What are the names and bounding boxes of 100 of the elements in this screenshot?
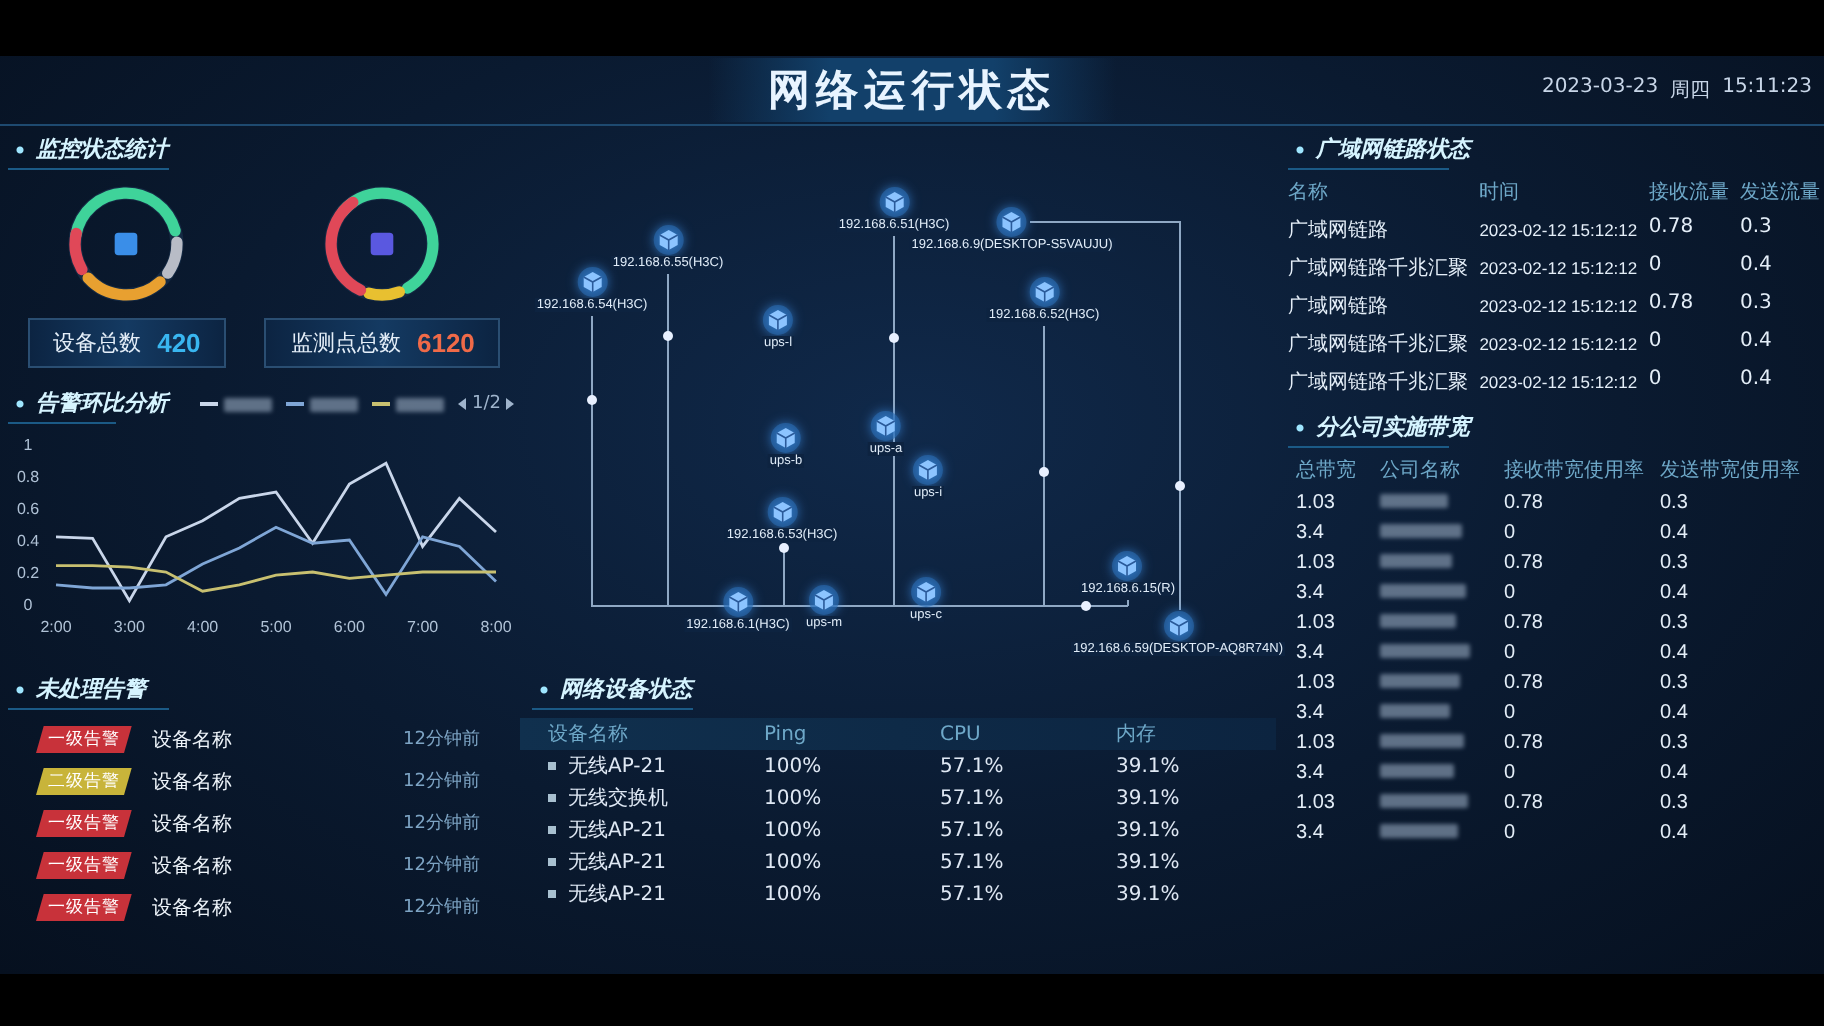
table-cell-text: 57.1% [940, 883, 1006, 905]
y-tick-label: 0.2 [16, 564, 40, 582]
cube-node-icon[interactable] [722, 586, 754, 618]
table-cell-text: 39.1% [1116, 851, 1182, 873]
alarm-level-tag: 一级告警 [36, 851, 132, 879]
column-header: 接收流量 [1648, 179, 1729, 206]
redacted-bar [1380, 494, 1448, 508]
redacted-bar [1380, 764, 1454, 778]
table-cell-text: 0.3 [1660, 612, 1690, 634]
table-cell-text: 3.4 [1296, 822, 1326, 844]
alarm-time: 12分钟前 [403, 727, 480, 752]
table-cell-text: 100% [764, 819, 824, 841]
y-tick-label: 0.4 [16, 532, 40, 550]
table-cell-text: 100% [764, 787, 824, 809]
cube-node-icon[interactable] [808, 584, 840, 616]
redacted-bar [396, 397, 444, 411]
bullet-icon [548, 890, 556, 898]
table-cell-text: 57.1% [940, 851, 1006, 873]
alarm-level-tag: 一级告警 [36, 809, 132, 837]
stat-label: 设备总数 [53, 328, 142, 358]
table-cell-text: 1.03 [1296, 732, 1337, 754]
table-cell-text: 0.78 [1504, 672, 1545, 694]
redacted-bar [1380, 584, 1466, 598]
table-cell-text: 无线AP-21 [568, 881, 666, 908]
table-cell-text: 0 [1504, 762, 1518, 784]
table-cell-text: 0.4 [1660, 702, 1690, 724]
x-tick-label: 3:00 [113, 618, 145, 636]
table-cell-text: 0.4 [1740, 330, 1774, 356]
column-header: 发送带宽使用率 [1660, 457, 1802, 484]
x-tick-label: 6:00 [333, 618, 365, 636]
table-cell-text: 0 [1504, 642, 1518, 664]
table-cell-text: 57.1% [940, 787, 1006, 809]
table-cell-text: 0.78 [1504, 612, 1545, 634]
weekday-text: 周四 [1670, 78, 1711, 104]
table-cell-text: 3.4 [1296, 702, 1326, 724]
cube-node-icon[interactable] [770, 422, 802, 454]
cube-node-icon[interactable] [912, 454, 944, 486]
table-cell-text: 0.78 [1504, 792, 1545, 814]
table-cell: 2023-02-12 15:12:12 [1479, 296, 1638, 316]
cube-node-icon[interactable] [878, 186, 910, 218]
column-header: 内存 [1116, 721, 1158, 748]
bullet-icon [548, 794, 556, 802]
table-cell-text: 广域网链路 [1288, 217, 1390, 244]
table-cell-text: 0.4 [1660, 822, 1690, 844]
redacted-bar [1380, 794, 1468, 808]
table-cell-text: 0.4 [1740, 254, 1774, 280]
table-cell-text: 0 [1504, 822, 1518, 844]
redacted-bar [1380, 824, 1458, 838]
cube-node-icon[interactable] [652, 224, 684, 256]
device-name: 设备名称 [152, 853, 232, 879]
alarm-time: 12分钟前 [403, 811, 480, 836]
cube-node-icon[interactable] [1028, 276, 1060, 308]
redacted-bar [1380, 614, 1456, 628]
bullet-icon [548, 858, 556, 866]
redacted-bar [1380, 524, 1462, 538]
column-header: 公司名称 [1380, 458, 1462, 484]
table-cell-text: 0.3 [1740, 292, 1774, 318]
table-cell-text: 1.03 [1296, 672, 1337, 694]
device-name: 设备名称 [152, 811, 232, 837]
table-cell-text: 0.78 [1648, 292, 1696, 318]
table-cell-text: 57.1% [940, 819, 1006, 841]
next-page-icon[interactable] [506, 398, 515, 410]
redacted-bar [1380, 734, 1464, 748]
y-tick-label: 0.8 [16, 468, 40, 486]
x-tick-label: 4:00 [187, 618, 219, 636]
device-name: 设备名称 [152, 895, 232, 921]
table-cell-text: 100% [764, 883, 824, 905]
column-header: Ping [764, 723, 809, 745]
cube-node-icon[interactable] [996, 206, 1028, 238]
cube-node-icon[interactable] [766, 496, 798, 528]
redacted-bar [1380, 674, 1460, 688]
x-tick-label: 8:00 [480, 618, 512, 636]
x-tick-label: 2:00 [40, 618, 72, 636]
column-header: CPU [940, 723, 983, 745]
stat-value: 420 [157, 328, 201, 358]
prev-page-icon[interactable] [458, 398, 466, 410]
table-cell: 2023-02-12 15:12:12 [1479, 334, 1638, 354]
table-cell-text: 0.78 [1504, 552, 1545, 574]
table-cell-text: 100% [764, 755, 824, 777]
table-cell-text: 无线AP-21 [568, 817, 666, 844]
redacted-bar [224, 397, 272, 411]
cube-node-icon[interactable] [910, 576, 942, 608]
redacted-bar [1380, 644, 1470, 658]
device-name: 设备名称 [152, 727, 232, 753]
cube-node-icon[interactable] [576, 266, 608, 298]
cube-node-icon[interactable] [1162, 610, 1194, 642]
table-cell-text: 无线AP-21 [568, 849, 666, 876]
table-cell-text: 1.03 [1296, 792, 1337, 814]
cube-node-icon[interactable] [1112, 550, 1144, 582]
table-cell-text: 57.1% [940, 755, 1006, 777]
table-cell-text: 0.78 [1504, 492, 1545, 514]
cube-node-icon[interactable] [870, 410, 902, 442]
page-indicator: 1/2 [472, 394, 501, 414]
cube-node-icon[interactable] [762, 304, 794, 336]
table-cell: 2023-02-12 15:12:12 [1479, 220, 1638, 240]
table-cell-text: 39.1% [1116, 787, 1182, 809]
table-cell: 2023-02-12 15:12:12 [1479, 372, 1638, 392]
table-cell-text: 0.78 [1504, 732, 1545, 754]
table-cell-text: 0.4 [1660, 522, 1690, 544]
bullet-icon [548, 762, 556, 770]
